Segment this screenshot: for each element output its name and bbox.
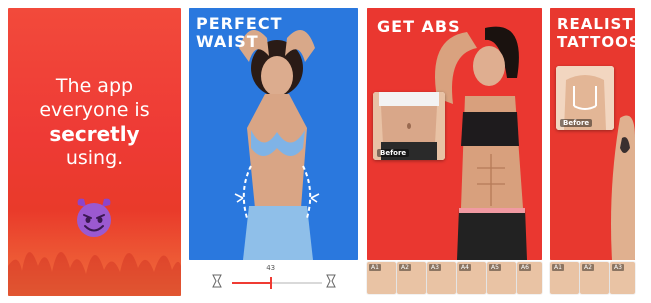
tattoos-title-line-1: REALISTI	[557, 15, 635, 33]
waist-slider-handle[interactable]	[269, 277, 272, 289]
wide-waist-icon	[326, 274, 336, 288]
abs-thumbnail-badge: A4	[459, 264, 471, 271]
waist-slider-fill	[232, 282, 271, 284]
waist-title-line-1: PERFECT	[196, 14, 283, 33]
waist-card: PERFECT WAIST	[189, 8, 358, 260]
narrow-waist-icon	[212, 274, 222, 288]
screenshot-carousel: The app everyone is secretly using. PERF…	[0, 0, 651, 303]
intro-card: The app everyone is secretly using.	[8, 8, 181, 296]
tattoo-before-label: Before	[560, 119, 593, 127]
abs-thumbnail-badge: A2	[399, 264, 411, 271]
intro-line-1: The app	[55, 75, 134, 97]
abs-title: GET ABS	[377, 17, 461, 36]
abs-thumbnail[interactable]: A3	[427, 262, 456, 294]
tattoo-thumbnail[interactable]: A1	[550, 262, 579, 294]
tattoo-thumbnail[interactable]: A3	[610, 262, 635, 294]
abs-thumbnail[interactable]: A4	[457, 262, 486, 294]
abs-thumbnail-badge: A5	[489, 264, 501, 271]
intro-line-4: using.	[65, 147, 124, 169]
abs-thumbnail[interactable]: A1	[367, 262, 396, 294]
tattoo-thumbnail[interactable]: A2	[580, 262, 609, 294]
abs-thumbnail[interactable]: A2	[397, 262, 426, 294]
abs-thumbnail-badge: A6	[519, 264, 531, 271]
abs-thumbnail[interactable]: A6	[517, 262, 542, 294]
smiling-devil-icon	[77, 198, 111, 237]
abs-thumbnail-badge: A1	[369, 264, 381, 271]
intro-line-3: secretly	[49, 122, 140, 146]
intro-tagline: The app everyone is secretly using.	[8, 74, 181, 170]
tattoo-thumbnail-strip: A1 A2 A3	[550, 262, 635, 298]
tattoo-thumbnail-badge: A2	[582, 264, 594, 271]
abs-thumbnail-badge: A3	[429, 264, 441, 271]
abs-before-photo: Before	[373, 92, 445, 160]
waist-slider-panel: 43	[189, 260, 358, 296]
tattoos-title: REALISTI TATTOOS	[557, 15, 635, 51]
tattoo-before-photo: Before	[556, 66, 614, 130]
waist-title-line-2: WAIST	[196, 32, 259, 51]
waist-slider-value: 43	[266, 264, 276, 272]
waist-title: PERFECT WAIST	[196, 15, 306, 51]
abs-card: GET ABS Before	[367, 8, 542, 260]
waist-slider[interactable]	[232, 277, 322, 289]
abs-thumbnail-strip: A1 A2 A3 A4 A5 A6	[367, 262, 542, 298]
tattoos-card: REALISTI TATTOOS Before	[550, 8, 635, 260]
abs-thumbnail[interactable]: A5	[487, 262, 516, 294]
abs-before-label: Before	[377, 149, 410, 157]
tattoo-thumbnail-badge: A1	[552, 264, 564, 271]
intro-line-2: everyone is	[39, 99, 150, 121]
tattoos-title-line-2: TATTOOS	[557, 33, 635, 51]
tattoo-thumbnail-badge: A3	[612, 264, 624, 271]
